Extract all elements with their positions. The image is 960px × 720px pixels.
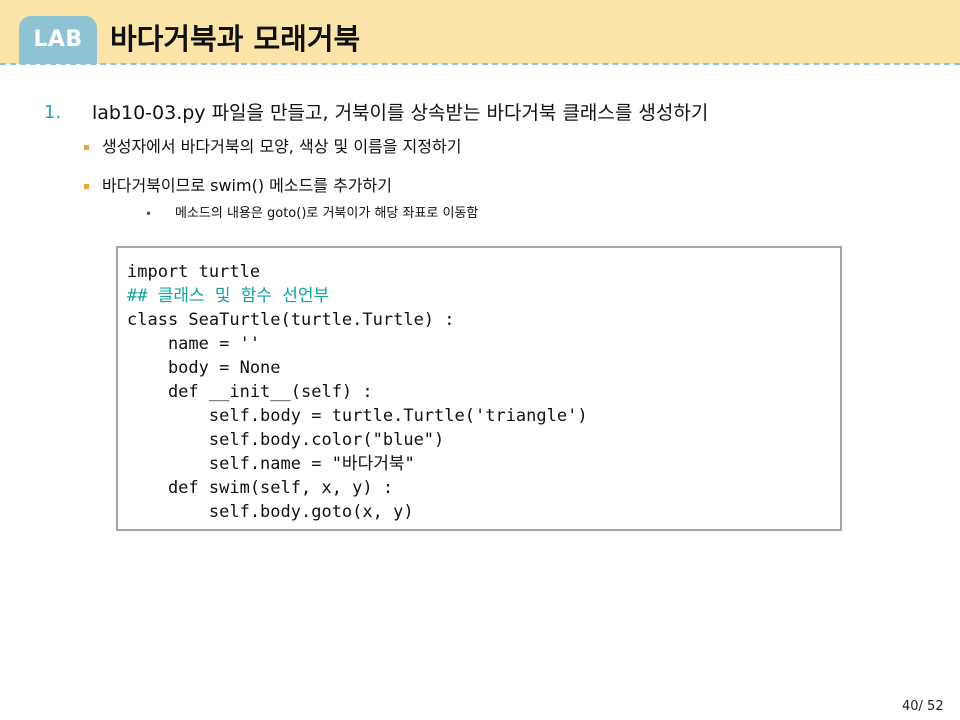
code-line: def __init__(self) :	[127, 382, 373, 402]
bullet-marker	[84, 184, 89, 189]
code-line: self.body.goto(x, y)	[127, 502, 414, 522]
code-line: def swim(self, x, y) :	[127, 478, 394, 498]
bullet-marker	[84, 145, 89, 150]
bullet-text: 바다거북이므로 swim() 메소드를 추가하기	[102, 176, 392, 195]
code-line: self.name = "바다거북"	[127, 454, 415, 474]
code-line: self.body = turtle.Turtle('triangle')	[127, 406, 588, 426]
slide-title: 바다거북과 모래거북	[110, 22, 361, 56]
code-comment: ## 클래스 및 함수 선언부	[127, 286, 330, 306]
lab-badge: LAB	[19, 16, 97, 64]
code-line: name = ''	[127, 334, 261, 354]
sub-bullet-text: 메소드의 내용은 goto()로 거북이가 해당 좌표로 이동함	[175, 206, 479, 221]
step-text: lab10-03.py 파일을 만들고, 거북이를 상속받는 바다거북 클래스를…	[92, 102, 709, 124]
code-line: import turtle	[127, 262, 261, 282]
header-divider	[0, 63, 960, 65]
code-block: import turtle ## 클래스 및 함수 선언부 class SeaT…	[116, 246, 842, 531]
bullet-text: 생성자에서 바다거북의 모양, 색상 및 이름을 지정하기	[102, 137, 462, 156]
code-line: class SeaTurtle(turtle.Turtle) :	[127, 310, 455, 330]
step-number: 1.	[44, 102, 62, 123]
page-number: 40/ 52	[902, 699, 944, 714]
code-line: body = None	[127, 358, 281, 378]
sub-bullet-dot: •	[145, 207, 153, 221]
code-line: self.body.color("blue")	[127, 430, 445, 450]
